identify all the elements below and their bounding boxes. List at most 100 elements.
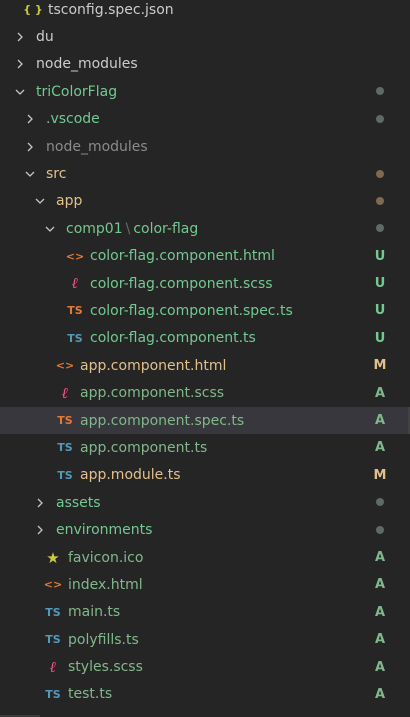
sass-icon: ℓ: [61, 383, 69, 402]
file-row[interactable]: TS test.ts A: [0, 681, 410, 708]
tree-item-label: app.module.ts: [80, 467, 181, 484]
tree-item-label: app.component.html: [80, 357, 227, 374]
html-code-icon: <>: [65, 249, 85, 263]
tree-item-label: assets: [56, 494, 101, 511]
chevron-right-icon[interactable]: [32, 495, 48, 511]
typescript-icon: TS: [45, 633, 61, 647]
tree-item-label: app.component.spec.ts: [80, 412, 245, 429]
tree-item-label: color-flag.component.scss: [90, 275, 273, 292]
git-status-dot: [370, 167, 390, 182]
chevron-right-icon[interactable]: [12, 56, 28, 72]
path-separator: \: [125, 220, 131, 237]
folder-row[interactable]: triColorFlag: [0, 78, 410, 105]
html-code-icon: <>: [43, 578, 63, 592]
html-code-icon: <>: [55, 359, 75, 373]
git-status-badge: A: [374, 440, 386, 456]
chevron-right-icon[interactable]: [22, 139, 38, 155]
json-braces-icon: { }: [23, 3, 43, 17]
tree-item-label: styles.scss: [68, 659, 143, 676]
file-row[interactable]: ★ favicon.ico A: [0, 544, 410, 571]
tree-item-label: app.component.scss: [80, 385, 225, 402]
typescript-spec-icon: TS: [67, 304, 83, 318]
file-row[interactable]: TS polyfills.ts A: [0, 626, 410, 653]
tree-item-label: app.component.ts: [80, 439, 208, 456]
git-status-badge: M: [373, 358, 387, 374]
folder-row[interactable]: node_modules: [0, 133, 410, 160]
typescript-spec-icon: TS: [57, 414, 73, 428]
file-explorer-tree: { } tsconfig.spec.json du node_modules triCo…: [0, 0, 410, 708]
folder-row[interactable]: environments: [0, 516, 410, 543]
git-status-dot: [370, 112, 390, 127]
git-status-badge: A: [374, 577, 386, 593]
typescript-icon: TS: [57, 441, 73, 455]
file-row[interactable]: TS color-flag.component.ts U: [0, 325, 410, 352]
tree-item-label: src: [46, 166, 67, 183]
typescript-icon: TS: [57, 468, 73, 482]
tree-item-label: node_modules: [36, 56, 138, 73]
tree-item-label: environments: [56, 522, 153, 539]
file-row[interactable]: TS app.module.ts M: [0, 462, 410, 489]
git-status-dot: [370, 523, 390, 538]
git-status-dot: [370, 84, 390, 99]
file-row[interactable]: TS app.component.ts A: [0, 434, 410, 461]
file-row[interactable]: <> color-flag.component.html U: [0, 243, 410, 270]
git-status-badge: A: [374, 686, 386, 702]
tree-item-label: index.html: [68, 576, 143, 593]
tree-item-label: comp01: [66, 220, 123, 237]
tree-item-label: tsconfig.spec.json: [48, 1, 174, 18]
tree-item-label: color-flag.component.ts: [90, 330, 256, 347]
chevron-right-icon[interactable]: [12, 29, 28, 45]
file-row[interactable]: <> app.component.html M: [0, 352, 410, 379]
tree-item-label: favicon.ico: [68, 549, 144, 566]
folder-row[interactable]: assets: [0, 489, 410, 516]
git-status-badge: U: [374, 248, 386, 264]
file-row[interactable]: ℓ styles.scss A: [0, 653, 410, 680]
typescript-icon: TS: [45, 605, 61, 619]
chevron-down-icon[interactable]: [22, 166, 38, 182]
git-status-badge: A: [374, 632, 386, 648]
tree-item-label: triColorFlag: [36, 83, 118, 100]
folder-row[interactable]: node_modules: [0, 51, 410, 78]
git-status-dot: [370, 221, 390, 236]
tree-item-label: main.ts: [68, 604, 121, 621]
file-row[interactable]: { } tsconfig.spec.json: [0, 0, 410, 23]
file-row[interactable]: TS app.component.spec.ts A: [0, 406, 410, 435]
chevron-down-icon[interactable]: [32, 193, 48, 209]
tree-item-label: color-flag.component.spec.ts: [90, 302, 293, 319]
git-status-badge: U: [374, 303, 386, 319]
tree-item-label: app: [56, 193, 83, 210]
tree-item-label: polyfills.ts: [68, 631, 139, 648]
git-status-badge: A: [374, 604, 386, 620]
git-status-dot: [370, 194, 390, 209]
folder-row[interactable]: du: [0, 23, 410, 50]
git-status-badge: M: [373, 467, 387, 483]
chevron-down-icon[interactable]: [12, 84, 28, 100]
git-status-badge: A: [374, 413, 386, 429]
typescript-icon: TS: [45, 687, 61, 701]
folder-row[interactable]: src: [0, 160, 410, 187]
folder-row[interactable]: .vscode: [0, 106, 410, 133]
git-status-badge: A: [374, 550, 386, 565]
git-status-badge: A: [374, 659, 386, 675]
file-row[interactable]: TS main.ts A: [0, 599, 410, 626]
git-status-badge: U: [374, 276, 386, 292]
tree-item-label: test.ts: [68, 686, 113, 703]
file-row[interactable]: ℓ color-flag.component.scss U: [0, 270, 410, 297]
git-status-badge: U: [374, 330, 386, 346]
sass-icon: ℓ: [49, 657, 57, 676]
file-row[interactable]: ℓ app.component.scss A: [0, 379, 410, 406]
chevron-right-icon[interactable]: [32, 522, 48, 538]
chevron-down-icon[interactable]: [42, 221, 58, 237]
git-status-dot: [370, 495, 390, 510]
tree-item-label: node_modules: [46, 138, 148, 155]
file-row[interactable]: TS color-flag.component.spec.ts U: [0, 297, 410, 324]
folder-row[interactable]: comp01 \ color-flag: [0, 215, 410, 242]
sass-icon: ℓ: [71, 274, 79, 293]
tree-item-label: .vscode: [46, 111, 100, 128]
file-row[interactable]: <> index.html A: [0, 571, 410, 598]
star-icon: ★: [46, 548, 60, 567]
typescript-icon: TS: [67, 331, 83, 345]
chevron-right-icon[interactable]: [22, 111, 38, 127]
tree-item-label: color-flag.component.html: [90, 248, 275, 265]
folder-row[interactable]: app: [0, 188, 410, 215]
